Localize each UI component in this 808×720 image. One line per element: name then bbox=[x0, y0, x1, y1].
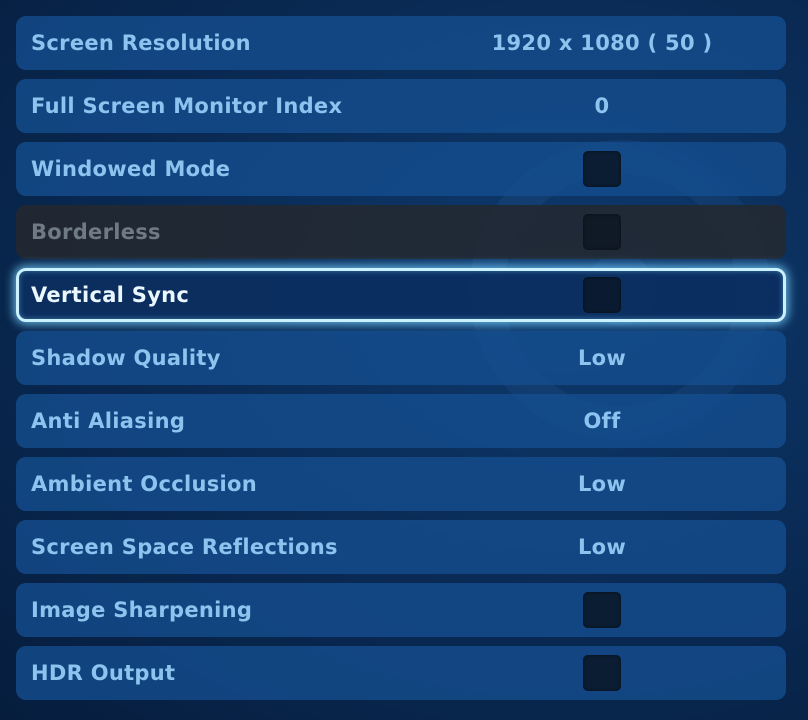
image-sharpening-checkbox[interactable] bbox=[583, 592, 621, 628]
setting-label: Anti Aliasing bbox=[31, 409, 186, 433]
setting-value-selector[interactable]: Low bbox=[482, 520, 722, 574]
setting-label: Shadow Quality bbox=[31, 346, 221, 370]
setting-row-vertical-sync[interactable]: Vertical Sync bbox=[16, 268, 786, 322]
setting-row-image-sharpening[interactable]: Image Sharpening bbox=[16, 583, 786, 637]
hdr-output-checkbox[interactable] bbox=[583, 655, 621, 691]
setting-row-full-screen-monitor-index[interactable]: Full Screen Monitor Index 0 bbox=[16, 79, 786, 133]
setting-row-ambient-occlusion[interactable]: Ambient Occlusion Low bbox=[16, 457, 786, 511]
setting-label: Ambient Occlusion bbox=[31, 472, 257, 496]
borderless-checkbox bbox=[583, 214, 621, 250]
setting-label: Image Sharpening bbox=[31, 598, 253, 622]
setting-value-selector[interactable]: 1920 x 1080 ( 50 ) bbox=[482, 16, 722, 70]
setting-label: Borderless bbox=[31, 220, 161, 244]
setting-value-selector[interactable]: Low bbox=[482, 331, 722, 385]
setting-label: Vertical Sync bbox=[31, 283, 190, 307]
setting-value-selector[interactable]: Low bbox=[482, 457, 722, 511]
windowed-mode-checkbox[interactable] bbox=[583, 151, 621, 187]
setting-label: Screen Space Reflections bbox=[31, 535, 338, 559]
graphics-settings-list: Screen Resolution 1920 x 1080 ( 50 ) Ful… bbox=[16, 16, 786, 709]
setting-row-windowed-mode[interactable]: Windowed Mode bbox=[16, 142, 786, 196]
setting-label: Windowed Mode bbox=[31, 157, 231, 181]
setting-value-selector[interactable]: Off bbox=[482, 394, 722, 448]
setting-row-screen-space-reflections[interactable]: Screen Space Reflections Low bbox=[16, 520, 786, 574]
setting-row-anti-aliasing[interactable]: Anti Aliasing Off bbox=[16, 394, 786, 448]
setting-value-selector[interactable]: 0 bbox=[482, 79, 722, 133]
setting-label: HDR Output bbox=[31, 661, 176, 685]
setting-label: Screen Resolution bbox=[31, 31, 251, 55]
vertical-sync-checkbox[interactable] bbox=[583, 277, 621, 313]
setting-row-borderless: Borderless bbox=[16, 205, 786, 259]
setting-row-shadow-quality[interactable]: Shadow Quality Low bbox=[16, 331, 786, 385]
setting-row-screen-resolution[interactable]: Screen Resolution 1920 x 1080 ( 50 ) bbox=[16, 16, 786, 70]
setting-label: Full Screen Monitor Index bbox=[31, 94, 343, 118]
setting-row-hdr-output[interactable]: HDR Output bbox=[16, 646, 786, 700]
